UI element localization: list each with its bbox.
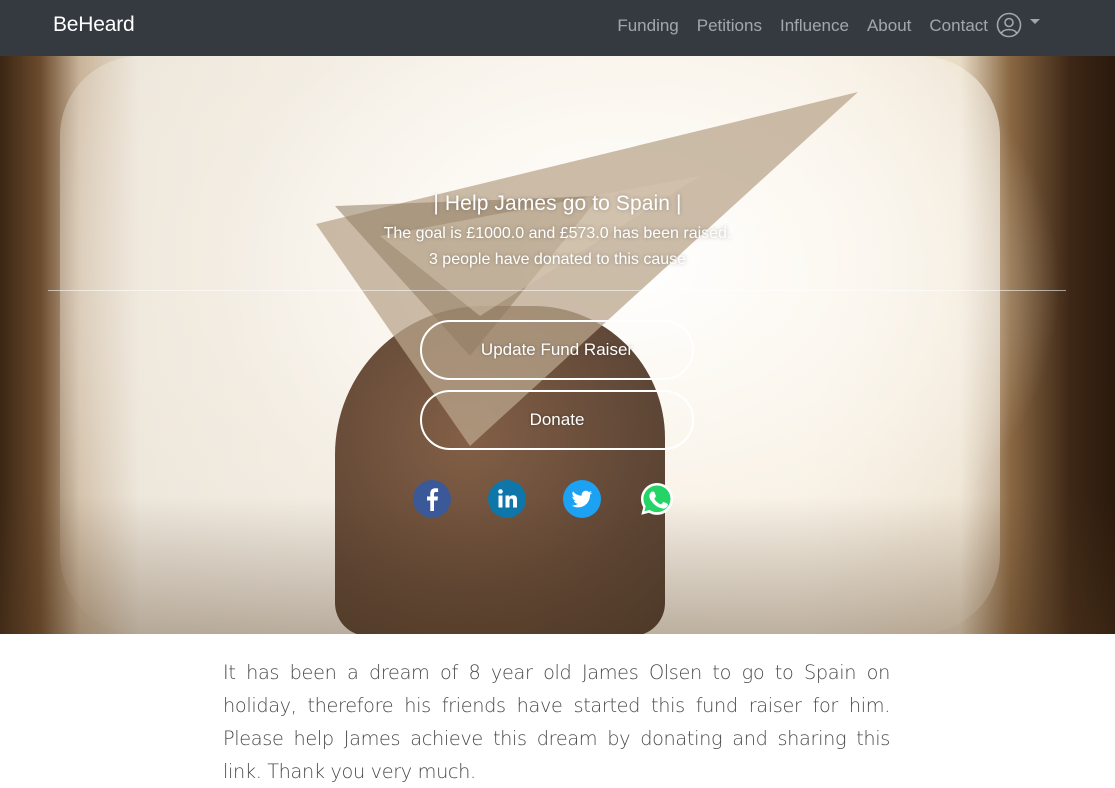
fundraiser-donors-text: 3 people have donated to this cause [428, 251, 687, 268]
user-menu-toggle[interactable] [996, 12, 1040, 38]
whatsapp-icon[interactable] [638, 480, 676, 518]
donate-button[interactable]: Donate [420, 390, 694, 450]
twitter-icon[interactable] [563, 480, 601, 518]
share-buttons [0, 480, 1115, 520]
brand-logo[interactable]: BeHeard [53, 13, 135, 37]
nav-link-contact[interactable]: Contact [920, 15, 997, 37]
nav-link-funding[interactable]: Funding [608, 15, 687, 37]
hero-divider [48, 290, 1066, 291]
hero-banner: | Help James go to Spain | The goal is £… [0, 56, 1115, 634]
fundraiser-goal-text: The goal is £1000.0 and £573.0 has been … [383, 225, 732, 242]
nav-link-about[interactable]: About [858, 15, 920, 37]
navbar: BeHeard Funding Petitions Influence Abou… [0, 0, 1115, 56]
nav-link-influence[interactable]: Influence [771, 15, 858, 37]
fundraiser-title: | Help James go to Spain | [433, 192, 682, 215]
nav-link-petitions[interactable]: Petitions [688, 15, 771, 37]
fundraiser-description: It has been a dream of 8 year old James … [223, 661, 890, 783]
update-fundraiser-button[interactable]: Update Fund Raiser [420, 320, 694, 380]
facebook-icon[interactable] [413, 480, 451, 518]
linkedin-icon[interactable] [488, 480, 526, 518]
nav-links: Funding Petitions Influence About Contac… [608, 15, 997, 37]
user-circle-icon [996, 12, 1022, 38]
caret-down-icon [1030, 19, 1040, 24]
